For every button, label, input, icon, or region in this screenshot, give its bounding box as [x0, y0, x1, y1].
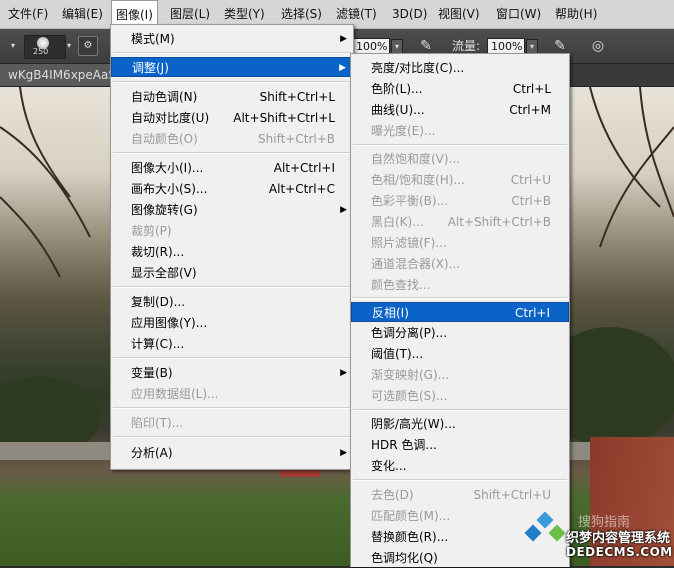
- submenu-item-vibrance: 自然饱和度(V)...: [371, 152, 461, 166]
- submenu-item-brightness-contrast[interactable]: 亮度/对比度(C)...: [351, 58, 569, 78]
- flow-label: 流量:: [452, 39, 481, 53]
- submenu-arrow-icon: ▶: [340, 205, 347, 215]
- submenu-item-shadows-highlights[interactable]: 阴影/高光(W)...: [351, 414, 569, 434]
- submenu-item-curves[interactable]: 曲线(U)... Ctrl+M: [351, 100, 569, 120]
- submenu-arrow-icon: ▶: [340, 34, 347, 44]
- submenu-item-invert[interactable]: 反相(I) Ctrl+I: [351, 302, 569, 322]
- menu-item-auto-color: 自动颜色(O) Shift+Ctrl+B: [131, 132, 335, 146]
- adjustments-submenu: 亮度/对比度(C)... 色阶(L)... Ctrl+L 曲线(U)... Ctrl…: [350, 53, 570, 567]
- menu-item-duplicate[interactable]: 复制(D)...: [111, 292, 353, 312]
- document-tab[interactable]: wKgB4IM6xpeAaSB: [0, 64, 118, 86]
- submenu-item-gradient-map: 渐变映射(G)...: [371, 368, 450, 382]
- submenu-item-hue-saturation: 色相/饱和度(H)... Ctrl+U: [371, 173, 551, 187]
- submenu-item-desaturate: 去色(D) Shift+Ctrl+U: [371, 488, 551, 502]
- submenu-item-color-lookup: 颜色查找...: [371, 278, 431, 292]
- submenu-item-variations[interactable]: 变化...: [351, 456, 569, 476]
- menu-item-auto-contrast[interactable]: 自动对比度(U) Alt+Shift+Ctrl+L: [111, 108, 353, 128]
- menu-item-image-rotation[interactable]: 图像旋转(G) ▶: [111, 200, 353, 220]
- menu-item-mode[interactable]: 模式(M) ▶: [111, 29, 353, 49]
- menu-item-auto-tone[interactable]: 自动色调(N) Shift+Ctrl+L: [111, 87, 353, 107]
- menu-item-image-size[interactable]: 图像大小(I)... Alt+Ctrl+I: [111, 158, 353, 178]
- menu-file[interactable]: 文件(F): [4, 0, 52, 28]
- brush-picker-arrow-icon[interactable]: ▾: [64, 39, 74, 53]
- menu-item-analysis[interactable]: 分析(A) ▶: [111, 443, 353, 463]
- menu-3d[interactable]: 3D(D): [388, 0, 431, 28]
- menu-item-calculations[interactable]: 计算(C)...: [111, 334, 353, 354]
- submenu-arrow-icon: ▶: [340, 448, 347, 458]
- brush-panel-toggle-icon[interactable]: ⚙: [78, 36, 98, 56]
- menu-item-adjustments[interactable]: 调整(J) ▶: [111, 57, 353, 77]
- brush-preset-picker[interactable]: 250: [24, 35, 66, 59]
- menu-item-trap: 陷印(T)...: [131, 416, 184, 430]
- submenu-item-channel-mixer: 通道混合器(X)...: [371, 257, 461, 271]
- menu-item-reveal-all[interactable]: 显示全部(V): [111, 263, 353, 283]
- submenu-item-photo-filter: 照片滤镜(F)...: [371, 236, 447, 250]
- submenu-item-color-balance: 色彩平衡(B)... Ctrl+B: [371, 194, 551, 208]
- menu-help[interactable]: 帮助(H): [551, 0, 601, 28]
- submenu-item-selective-color: 可选颜色(S)...: [371, 389, 448, 403]
- submenu-item-threshold[interactable]: 阈值(T)...: [351, 344, 569, 364]
- menu-window[interactable]: 窗口(W): [492, 0, 545, 28]
- site-url-watermark: DEDECMS.COM: [566, 545, 673, 559]
- tool-preset-arrow-icon[interactable]: ▾: [8, 39, 18, 53]
- submenu-item-exposure: 曝光度(E)...: [371, 124, 436, 138]
- menu-item-trim[interactable]: 裁切(R)...: [111, 242, 353, 262]
- menu-view[interactable]: 视图(V): [434, 0, 484, 28]
- menu-edit[interactable]: 编辑(E): [58, 0, 107, 28]
- menu-item-variables[interactable]: 变量(B) ▶: [111, 363, 353, 383]
- menu-item-canvas-size[interactable]: 画布大小(S)... Alt+Ctrl+C: [111, 179, 353, 199]
- menu-item-apply-data-set: 应用数据组(L)...: [131, 387, 219, 401]
- image-menu: 模式(M) ▶ 调整(J) ▶ 自动色调(N) Shift+Ctrl+L 自动对比度(…: [110, 24, 354, 470]
- menu-item-crop: 裁剪(P): [131, 224, 172, 238]
- menu-item-apply-image[interactable]: 应用图像(Y)...: [111, 313, 353, 333]
- dedecms-logo-icon: [524, 512, 566, 555]
- submenu-arrow-icon: ▶: [339, 63, 346, 73]
- submenu-item-black-white: 黑白(K)... Alt+Shift+Ctrl+B: [371, 215, 551, 229]
- submenu-item-hdr-toning[interactable]: HDR 色调...: [351, 435, 569, 455]
- pressure-size-icon[interactable]: ◎: [588, 37, 608, 55]
- submenu-item-levels[interactable]: 色阶(L)... Ctrl+L: [351, 79, 569, 99]
- site-name-watermark: 织梦内容管理系统: [566, 531, 671, 546]
- submenu-item-posterize[interactable]: 色调分离(P)...: [351, 323, 569, 343]
- brush-size-value: 250: [33, 47, 49, 56]
- submenu-arrow-icon: ▶: [340, 368, 347, 378]
